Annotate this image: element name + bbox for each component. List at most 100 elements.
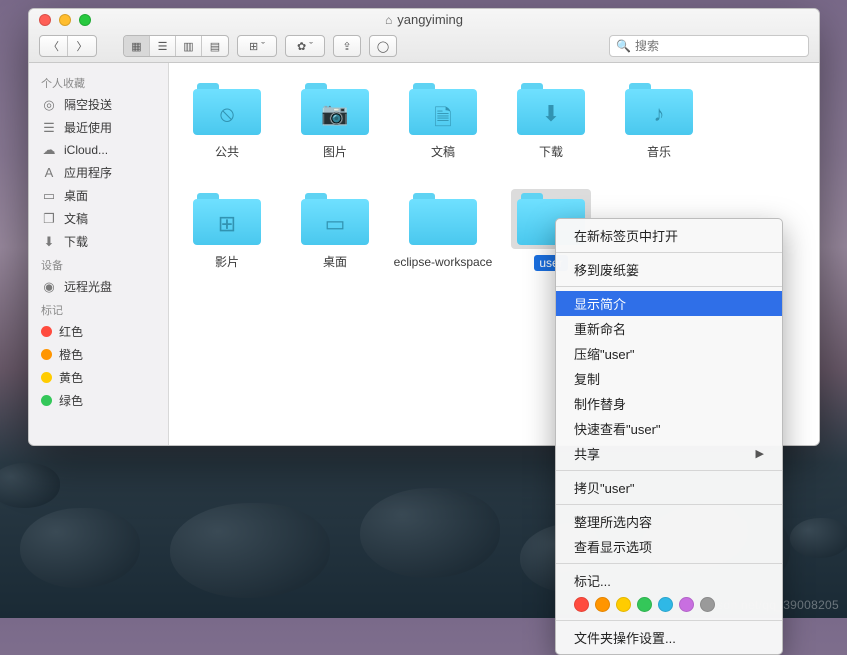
sidebar-item-label: 最近使用	[64, 119, 112, 136]
tags-button-seg: ◯	[369, 35, 397, 57]
view-buttons: ▦ ☰ ▥ ▤	[123, 35, 229, 57]
ctx-quick-look[interactable]: 快速查看"user"	[556, 416, 782, 441]
ctx-copy[interactable]: 拷贝"user"	[556, 475, 782, 500]
chevron-right-icon: ▶	[756, 447, 764, 460]
action-button[interactable]: ✿ ˇ	[286, 36, 324, 56]
close-button[interactable]	[39, 14, 51, 26]
sidebar-item-label: 远程光盘	[64, 278, 112, 295]
ctx-share[interactable]: 共享▶	[556, 441, 782, 466]
ctx-folder-actions[interactable]: 文件夹操作设置...	[556, 625, 782, 650]
folder-item[interactable]: eclipse-workspace	[389, 185, 497, 295]
folder-item[interactable]: ▭ 桌面	[281, 185, 389, 295]
ctx-clean-up[interactable]: 整理所选内容	[556, 509, 782, 534]
action-button-seg: ✿ ˇ	[285, 35, 325, 57]
folder-label: 文稿	[431, 145, 455, 159]
ctx-compress[interactable]: 压缩"user"	[556, 341, 782, 366]
sidebar-item-applications[interactable]: A应用程序	[29, 161, 168, 184]
folder-label: 影片	[215, 255, 239, 269]
recents-icon: ☰	[41, 120, 57, 136]
ctx-get-info[interactable]: 显示简介	[556, 291, 782, 316]
window-title: ⌂ yangyiming	[91, 12, 757, 27]
sidebar-tag[interactable]: 绿色	[29, 389, 168, 412]
traffic-lights	[29, 14, 91, 26]
ctx-duplicate[interactable]: 复制	[556, 366, 782, 391]
forward-button[interactable]: 〉	[68, 36, 96, 56]
sidebar-item-remote-disc[interactable]: ◉ 远程光盘	[29, 275, 168, 298]
share-button[interactable]: ⇪	[334, 36, 360, 56]
sidebar-item-label: 红色	[59, 323, 83, 340]
sidebar-item-label: 橙色	[59, 346, 83, 363]
folder-item[interactable]: ⊞ 影片	[173, 185, 281, 295]
folder-label: 图片	[323, 145, 347, 159]
folder-documents-icon: 🗎	[409, 83, 477, 135]
sidebar-item-airdrop[interactable]: ◎隔空投送	[29, 93, 168, 116]
ctx-tag-dot[interactable]	[595, 597, 610, 612]
folder-desktop-icon: ▭	[301, 193, 369, 245]
sidebar-item-label: 下载	[64, 233, 88, 250]
ctx-view-options[interactable]: 查看显示选项	[556, 534, 782, 559]
sidebar-item-recents[interactable]: ☰ 最近使用	[29, 116, 168, 139]
applications-icon: A	[41, 165, 57, 181]
folder-item[interactable]: ⦸ 公共	[173, 75, 281, 185]
sidebar-item-documents[interactable]: ❐ 文稿	[29, 207, 168, 230]
folder-item[interactable]: ⬇ 下载	[497, 75, 605, 185]
sidebar-item-downloads[interactable]: ⬇ 下载	[29, 230, 168, 253]
context-menu: 在新标签页中打开 移到废纸篓 显示简介 重新命名 压缩"user" 复制 制作替…	[555, 218, 783, 655]
column-view-button[interactable]: ▥	[176, 36, 202, 56]
ctx-open-new-tab[interactable]: 在新标签页中打开	[556, 223, 782, 248]
remote-disc-icon: ◉	[41, 279, 57, 295]
folder-pictures-icon: 📷	[301, 83, 369, 135]
ctx-tags-label[interactable]: 标记...	[556, 568, 782, 593]
back-button[interactable]: 〈	[40, 36, 68, 56]
icloud-icon: ☁	[41, 142, 57, 158]
documents-icon: ❐	[41, 211, 57, 227]
ctx-move-to-trash[interactable]: 移到废纸篓	[556, 257, 782, 282]
ctx-tag-dot[interactable]	[616, 597, 631, 612]
folder-item[interactable]: 🗎 文稿	[389, 75, 497, 185]
folder-label: 桌面	[323, 255, 347, 269]
folder-label: 下载	[539, 145, 563, 159]
sidebar-tag[interactable]: 橙色	[29, 343, 168, 366]
sidebar-item-label: iCloud...	[64, 143, 108, 157]
gallery-view-button[interactable]: ▤	[202, 36, 228, 56]
ctx-make-alias[interactable]: 制作替身	[556, 391, 782, 416]
sidebar-tag[interactable]: 黄色	[29, 366, 168, 389]
tags-button[interactable]: ◯	[370, 36, 396, 56]
airdrop-icon: ◎	[41, 97, 57, 113]
icon-view-button[interactable]: ▦	[124, 36, 150, 56]
search-icon: 🔍	[616, 39, 631, 53]
ctx-rename[interactable]: 重新命名	[556, 316, 782, 341]
toolbar: 〈 〉 ▦ ☰ ▥ ▤ ⊞ ˇ ✿ ˇ ⇪ ◯	[29, 31, 819, 62]
sidebar-item-label: 黄色	[59, 369, 83, 386]
list-view-button[interactable]: ☰	[150, 36, 176, 56]
titlebar: ⌂ yangyiming 〈 〉 ▦ ☰ ▥ ▤ ⊞ ˇ ✿ ˇ	[29, 9, 819, 63]
folder-item[interactable]: 📷 图片	[281, 75, 389, 185]
sidebar-item-label: 绿色	[59, 392, 83, 409]
minimize-button[interactable]	[59, 14, 71, 26]
ctx-tag-dot[interactable]	[700, 597, 715, 612]
folder-music-icon: ♪	[625, 83, 693, 135]
sidebar-item-desktop[interactable]: ▭桌面	[29, 184, 168, 207]
window-title-text: yangyiming	[397, 12, 463, 27]
folder-movies-icon: ⊞	[193, 193, 261, 245]
folder-public-icon: ⦸	[193, 83, 261, 135]
sidebar-favorites-header: 个人收藏	[29, 71, 168, 93]
search-field[interactable]: 🔍	[609, 35, 809, 57]
sidebar-item-icloud[interactable]: ☁ iCloud...	[29, 139, 168, 161]
nav-buttons: 〈 〉	[39, 35, 97, 57]
folder-item[interactable]: ♪音乐	[605, 75, 713, 185]
ctx-tag-dot[interactable]	[637, 597, 652, 612]
folder-label: 公共	[215, 145, 239, 159]
search-input[interactable]	[635, 39, 802, 53]
folder-downloads-icon: ⬇	[517, 83, 585, 135]
sidebar-item-label: 文稿	[64, 210, 88, 227]
downloads-icon: ⬇	[41, 234, 57, 250]
zoom-button[interactable]	[79, 14, 91, 26]
sidebar-tag[interactable]: 红色	[29, 320, 168, 343]
tag-dot-icon	[41, 326, 52, 337]
ctx-tag-dot[interactable]	[574, 597, 589, 612]
group-button[interactable]: ⊞ ˇ	[238, 36, 276, 56]
ctx-tag-dot[interactable]	[658, 597, 673, 612]
ctx-tag-row	[556, 593, 782, 616]
ctx-tag-dot[interactable]	[679, 597, 694, 612]
